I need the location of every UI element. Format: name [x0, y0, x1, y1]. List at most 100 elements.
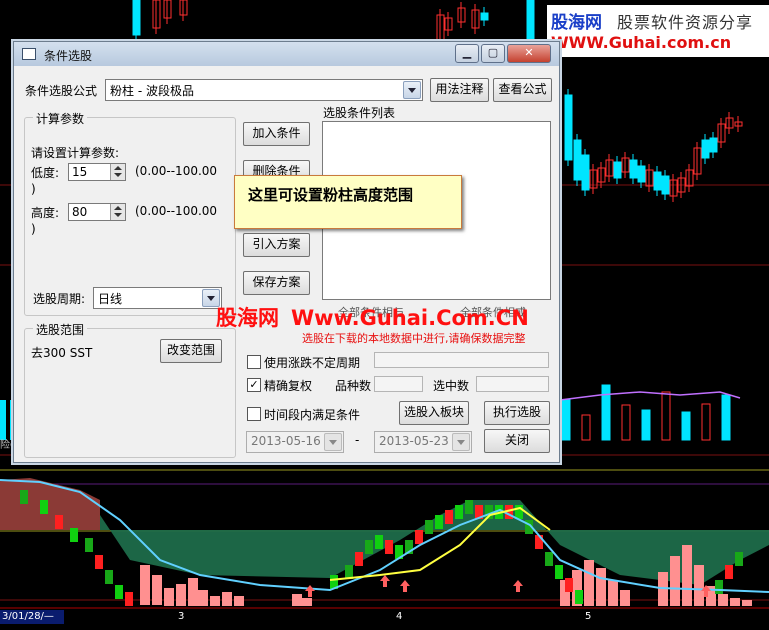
to-block-button[interactable]: 选股入板块	[399, 401, 469, 425]
candle-body	[573, 139, 582, 181]
period-label: 选股周期:	[33, 292, 86, 306]
save-plan-button[interactable]: 保存方案	[243, 271, 310, 295]
dialog-titlebar[interactable]: 条件选股 ▁ ▢ ✕	[14, 42, 559, 66]
candle-body	[480, 12, 489, 21]
end-date-picker[interactable]: 2013-05-23	[374, 431, 472, 453]
period-select[interactable]: 日线	[93, 287, 222, 309]
volume-bar	[601, 384, 611, 441]
range-group-caption: 选股范围	[33, 321, 88, 338]
chart-date-tick: 3	[178, 611, 185, 622]
indicator-step	[445, 510, 453, 524]
candle-body	[564, 94, 573, 161]
histogram-bar	[670, 556, 680, 606]
indicator-step	[735, 552, 743, 566]
usage-notes-button[interactable]: 用法注释	[430, 78, 489, 102]
histogram-bar	[140, 565, 150, 605]
candle-body	[701, 139, 710, 159]
histogram-bar	[164, 588, 174, 606]
chevron-down-icon[interactable]	[403, 81, 421, 99]
volume-bar	[641, 409, 651, 441]
buy-arrow-icon	[400, 580, 410, 592]
params-prompt: 请设置计算参数:	[31, 146, 120, 160]
spin-arrows-icon[interactable]	[110, 204, 125, 220]
indicator-step	[425, 520, 433, 534]
indicator-step	[465, 500, 473, 514]
candle-body	[709, 137, 718, 153]
indicator-step	[555, 565, 563, 579]
indicator-step	[375, 535, 383, 549]
volume-bar	[681, 411, 691, 441]
watermark-site: 股海网	[551, 13, 602, 33]
indicator-band-red	[0, 478, 100, 530]
dialog-title: 条件选股	[44, 49, 93, 63]
indicator-step	[435, 515, 443, 529]
count-label: 品种数	[335, 379, 372, 393]
window-icon	[22, 48, 36, 60]
histogram-bar	[302, 598, 312, 606]
formula-select[interactable]: 粉柱 - 波段极品	[105, 79, 423, 101]
histogram-bar	[234, 596, 244, 606]
candle-body	[613, 161, 622, 179]
unfixed-period-checkbox[interactable]	[247, 355, 261, 369]
spin-arrows-icon[interactable]	[110, 164, 125, 180]
candle-body	[581, 154, 590, 191]
low-input[interactable]: 15	[68, 163, 126, 181]
indicator-step	[515, 505, 523, 519]
indicator-step	[455, 505, 463, 519]
indicator-step	[575, 590, 583, 604]
add-condition-button[interactable]: 加入条件	[243, 122, 310, 146]
maximize-button[interactable]: ▢	[481, 44, 505, 63]
indicator-step	[115, 585, 123, 599]
high-label: 高度:	[31, 206, 60, 220]
high-range: (0.00--100.00	[135, 204, 218, 218]
indicator-step	[565, 578, 573, 592]
histogram-bar	[620, 590, 630, 606]
minimize-button[interactable]: ▁	[455, 44, 479, 63]
ma-curve-purple	[559, 391, 741, 401]
volume-bar	[581, 414, 591, 441]
indicator-step	[70, 528, 78, 542]
import-plan-button[interactable]: 引入方案	[243, 233, 310, 257]
indicator-step	[40, 500, 48, 514]
volume-bar	[621, 404, 631, 441]
formula-label: 条件选股公式	[25, 84, 98, 98]
histogram-bar	[694, 565, 704, 606]
close-button[interactable]: 关闭	[484, 429, 550, 453]
params-group-caption: 计算参数	[33, 110, 88, 127]
histogram-bar	[682, 545, 692, 606]
indicator-step	[385, 540, 393, 554]
indicator-step	[20, 490, 28, 504]
indicator-step	[55, 515, 63, 529]
start-date-picker[interactable]: 2013-05-16	[246, 431, 344, 453]
watermark-overlay: 股海网 Www.Guhai.Com.CN	[216, 302, 529, 332]
candle-body	[629, 159, 638, 179]
indicator-step	[545, 552, 553, 566]
chevron-down-icon[interactable]	[324, 433, 342, 451]
view-formula-button[interactable]: 查看公式	[493, 78, 552, 102]
chart-start-date: 3/01/28/—	[0, 610, 64, 624]
change-range-button[interactable]: 改变范围	[160, 339, 222, 363]
candle-body	[526, 0, 535, 41]
watermark-overlay-site: 股海网	[216, 306, 279, 330]
watermark-tagline: 股票软件资源分享	[617, 13, 754, 32]
indicator-step	[535, 535, 543, 549]
close-window-button[interactable]: ✕	[507, 44, 551, 63]
count-field	[374, 376, 423, 392]
exact-adjust-checkbox[interactable]: ✓	[247, 378, 261, 392]
histogram-bar	[292, 594, 302, 606]
run-selection-button[interactable]: 执行选股	[484, 401, 550, 425]
low-range-close: )	[31, 182, 36, 196]
period-value: 日线	[98, 292, 123, 306]
chevron-down-icon[interactable]	[452, 433, 470, 451]
indicator-step	[415, 530, 423, 544]
low-value: 15	[72, 165, 88, 179]
volume-bar	[561, 399, 571, 441]
annotation-note-text: 这里可设置粉柱高度范围	[248, 186, 414, 204]
indicator-step	[95, 555, 103, 569]
histogram-bar	[596, 568, 606, 606]
indicator-step	[355, 552, 363, 566]
high-input[interactable]: 80	[68, 203, 126, 221]
histogram-bar	[730, 598, 740, 606]
within-period-checkbox[interactable]	[247, 407, 261, 421]
start-date: 2013-05-16	[251, 434, 321, 448]
